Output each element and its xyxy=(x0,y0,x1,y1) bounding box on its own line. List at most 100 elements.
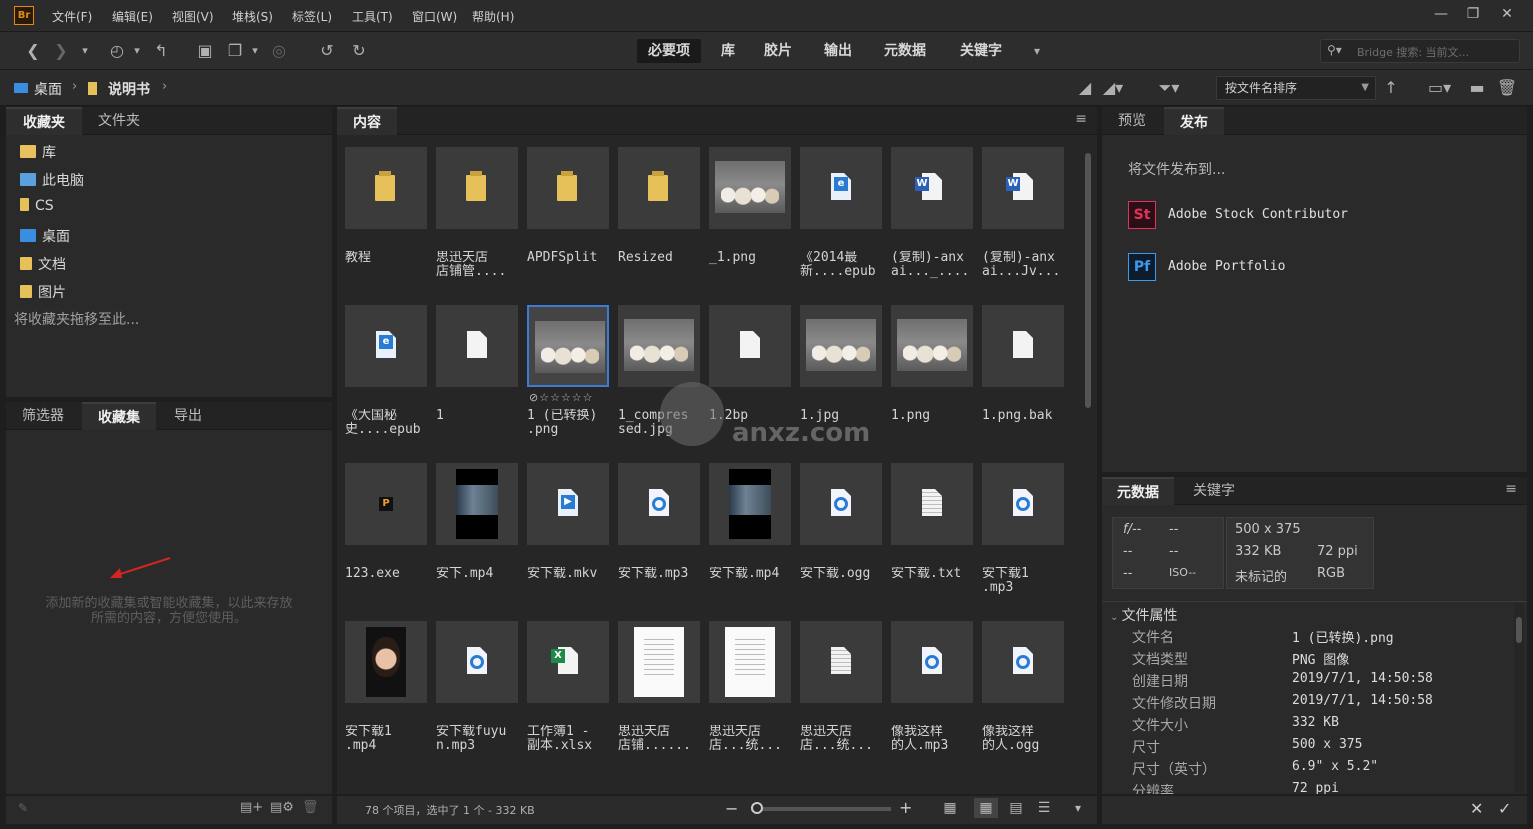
content-item[interactable]: W (复制)-anx ai..._.... xyxy=(891,147,973,297)
item-thumbnail[interactable] xyxy=(618,463,700,545)
camera-import-icon[interactable]: ▣ xyxy=(194,41,216,61)
rotate-left-icon[interactable]: ↺ xyxy=(316,41,338,61)
sort-select[interactable]: 按文件名排序 ▼ xyxy=(1216,76,1376,100)
favorite-documents[interactable]: 文档 xyxy=(20,254,66,274)
favorite-desktop[interactable]: 桌面 xyxy=(20,226,70,246)
tab-preview[interactable]: 预览 xyxy=(1102,107,1162,135)
quality-icon[interactable]: ◢ xyxy=(1074,78,1096,98)
item-thumbnail[interactable] xyxy=(436,305,518,387)
section-file-properties[interactable]: ⌄ 文件属性 xyxy=(1110,605,1178,625)
item-thumbnail[interactable] xyxy=(800,305,882,387)
close-window-button[interactable]: ✕ xyxy=(1494,4,1520,24)
metadata-scroll-thumb[interactable] xyxy=(1516,617,1522,643)
chevron-down-icon[interactable]: ▾ xyxy=(1066,798,1090,818)
item-thumbnail[interactable]: P xyxy=(345,463,427,545)
menu-label[interactable]: 标签(L) xyxy=(292,8,332,25)
tab-favorites[interactable]: 收藏夹 xyxy=(6,107,82,135)
favorite-computer[interactable]: 此电脑 xyxy=(20,170,84,190)
content-item[interactable]: 安下载.mp4 xyxy=(709,463,791,613)
item-thumbnail[interactable] xyxy=(891,463,973,545)
back-icon[interactable]: ❮ xyxy=(22,41,44,61)
details-view-icon[interactable]: ▤ xyxy=(1004,798,1028,818)
workspace-keywords[interactable]: 关键字 xyxy=(950,39,1012,63)
content-item[interactable]: 安下载1 .mp3 xyxy=(982,463,1064,613)
item-thumbnail[interactable] xyxy=(618,621,700,703)
zoom-in-icon[interactable]: + xyxy=(899,798,912,817)
content-scroll-thumb[interactable] xyxy=(1085,153,1091,408)
workspace-library[interactable]: 库 xyxy=(712,39,744,63)
tab-keywords[interactable]: 关键字 xyxy=(1178,477,1250,505)
edit-icon[interactable]: ✎ xyxy=(18,801,28,815)
favorite-library[interactable]: 库 xyxy=(20,142,56,162)
content-item[interactable]: W (复制)-anx ai...Jv... xyxy=(982,147,1064,297)
content-item[interactable]: APDFSplit xyxy=(527,147,609,297)
menu-view[interactable]: 视图(V) xyxy=(172,8,214,25)
item-thumbnail[interactable] xyxy=(982,463,1064,545)
thumbnail-quality-icon[interactable]: ◢▾ xyxy=(1102,78,1124,98)
item-thumbnail[interactable]: e xyxy=(800,147,882,229)
refine-icon[interactable]: ❐ xyxy=(224,41,246,61)
item-thumbnail[interactable] xyxy=(891,305,973,387)
rotate-right-icon[interactable]: ↻ xyxy=(348,41,370,61)
item-thumbnail[interactable] xyxy=(618,147,700,229)
grid-lock-icon[interactable]: ▦ xyxy=(938,798,962,818)
content-item[interactable]: e 《大国秘 史....epub xyxy=(345,305,427,455)
menu-window[interactable]: 窗口(W) xyxy=(412,8,457,25)
content-item[interactable]: 安下载1 .mp4 xyxy=(345,621,427,771)
chevron-down-icon[interactable]: ▾ xyxy=(74,41,96,61)
list-view-icon[interactable]: ☰ xyxy=(1032,798,1056,818)
item-thumbnail[interactable] xyxy=(527,147,609,229)
workspace-metadata[interactable]: 元数据 xyxy=(876,39,934,63)
apply-icon[interactable]: ✓ xyxy=(1498,799,1511,818)
content-item[interactable]: 思迅天店 店...统... xyxy=(800,621,882,771)
favorite-pictures[interactable]: 图片 xyxy=(20,282,66,302)
item-thumbnail[interactable]: X xyxy=(527,621,609,703)
content-item[interactable]: 思迅天店 店...统... xyxy=(709,621,791,771)
content-item[interactable]: ⊘☆☆☆☆☆ 1 (已转换) .png xyxy=(527,305,609,455)
content-item[interactable]: ▶ 安下载.mkv xyxy=(527,463,609,613)
content-scrollbar[interactable] xyxy=(1083,139,1093,789)
item-thumbnail[interactable] xyxy=(436,621,518,703)
panel-menu-icon[interactable]: ≡ xyxy=(1505,481,1517,497)
content-item[interactable]: 像我这样 的人.mp3 xyxy=(891,621,973,771)
content-item[interactable]: P 123.exe xyxy=(345,463,427,613)
search-input[interactable]: ⚲▾ Bridge 搜索: 当前文... xyxy=(1320,39,1520,63)
content-item[interactable]: 思迅天店 店铺...... xyxy=(618,621,700,771)
item-thumbnail[interactable]: W xyxy=(891,147,973,229)
content-item[interactable]: _1.png xyxy=(709,147,791,297)
content-item[interactable]: 1 xyxy=(436,305,518,455)
item-thumbnail[interactable] xyxy=(345,147,427,229)
content-item[interactable]: 思迅天店 店铺管.... xyxy=(436,147,518,297)
favorite-cs[interactable]: CS xyxy=(20,198,54,218)
menu-file[interactable]: 文件(F) xyxy=(52,8,92,25)
item-thumbnail[interactable] xyxy=(982,621,1064,703)
item-thumbnail[interactable] xyxy=(527,305,609,387)
item-thumbnail[interactable] xyxy=(709,621,791,703)
item-thumbnail[interactable] xyxy=(709,463,791,545)
tab-metadata[interactable]: 元数据 xyxy=(1102,477,1174,505)
recent-history-icon[interactable]: ◴ xyxy=(106,41,128,61)
forward-icon[interactable]: ❯ xyxy=(50,41,72,61)
workspace-more-icon[interactable]: ▾ xyxy=(1026,41,1048,61)
tab-publish[interactable]: 发布 xyxy=(1164,107,1224,135)
tab-export[interactable]: 导出 xyxy=(158,402,218,430)
menu-tools[interactable]: 工具(T) xyxy=(352,8,393,25)
delete-collection-icon[interactable]: 🗑 xyxy=(302,800,319,815)
minimize-button[interactable]: — xyxy=(1428,4,1454,24)
workspace-output[interactable]: 输出 xyxy=(814,39,862,63)
content-item[interactable]: 1.png.bak xyxy=(982,305,1064,455)
return-icon[interactable]: ↰ xyxy=(150,41,172,61)
item-thumbnail[interactable]: e xyxy=(345,305,427,387)
thumbnail-size-slider[interactable] xyxy=(751,802,891,814)
tab-filter[interactable]: 筛选器 xyxy=(6,402,80,430)
new-smart-collection-icon[interactable]: ▤⚙ xyxy=(270,800,294,815)
open-recent-icon[interactable]: ▭▾ xyxy=(1428,78,1451,98)
chevron-down-icon[interactable]: ▾ xyxy=(244,41,266,61)
content-item[interactable]: 安下载fuyu n.mp3 xyxy=(436,621,518,771)
metadata-scrollbar[interactable] xyxy=(1514,603,1524,793)
zoom-out-icon[interactable]: − xyxy=(725,799,738,818)
open-in-camera-raw-icon[interactable]: ◎ xyxy=(268,41,290,61)
content-item[interactable]: 安下载.ogg xyxy=(800,463,882,613)
item-thumbnail[interactable] xyxy=(891,621,973,703)
cancel-icon[interactable]: ✕ xyxy=(1470,799,1483,818)
